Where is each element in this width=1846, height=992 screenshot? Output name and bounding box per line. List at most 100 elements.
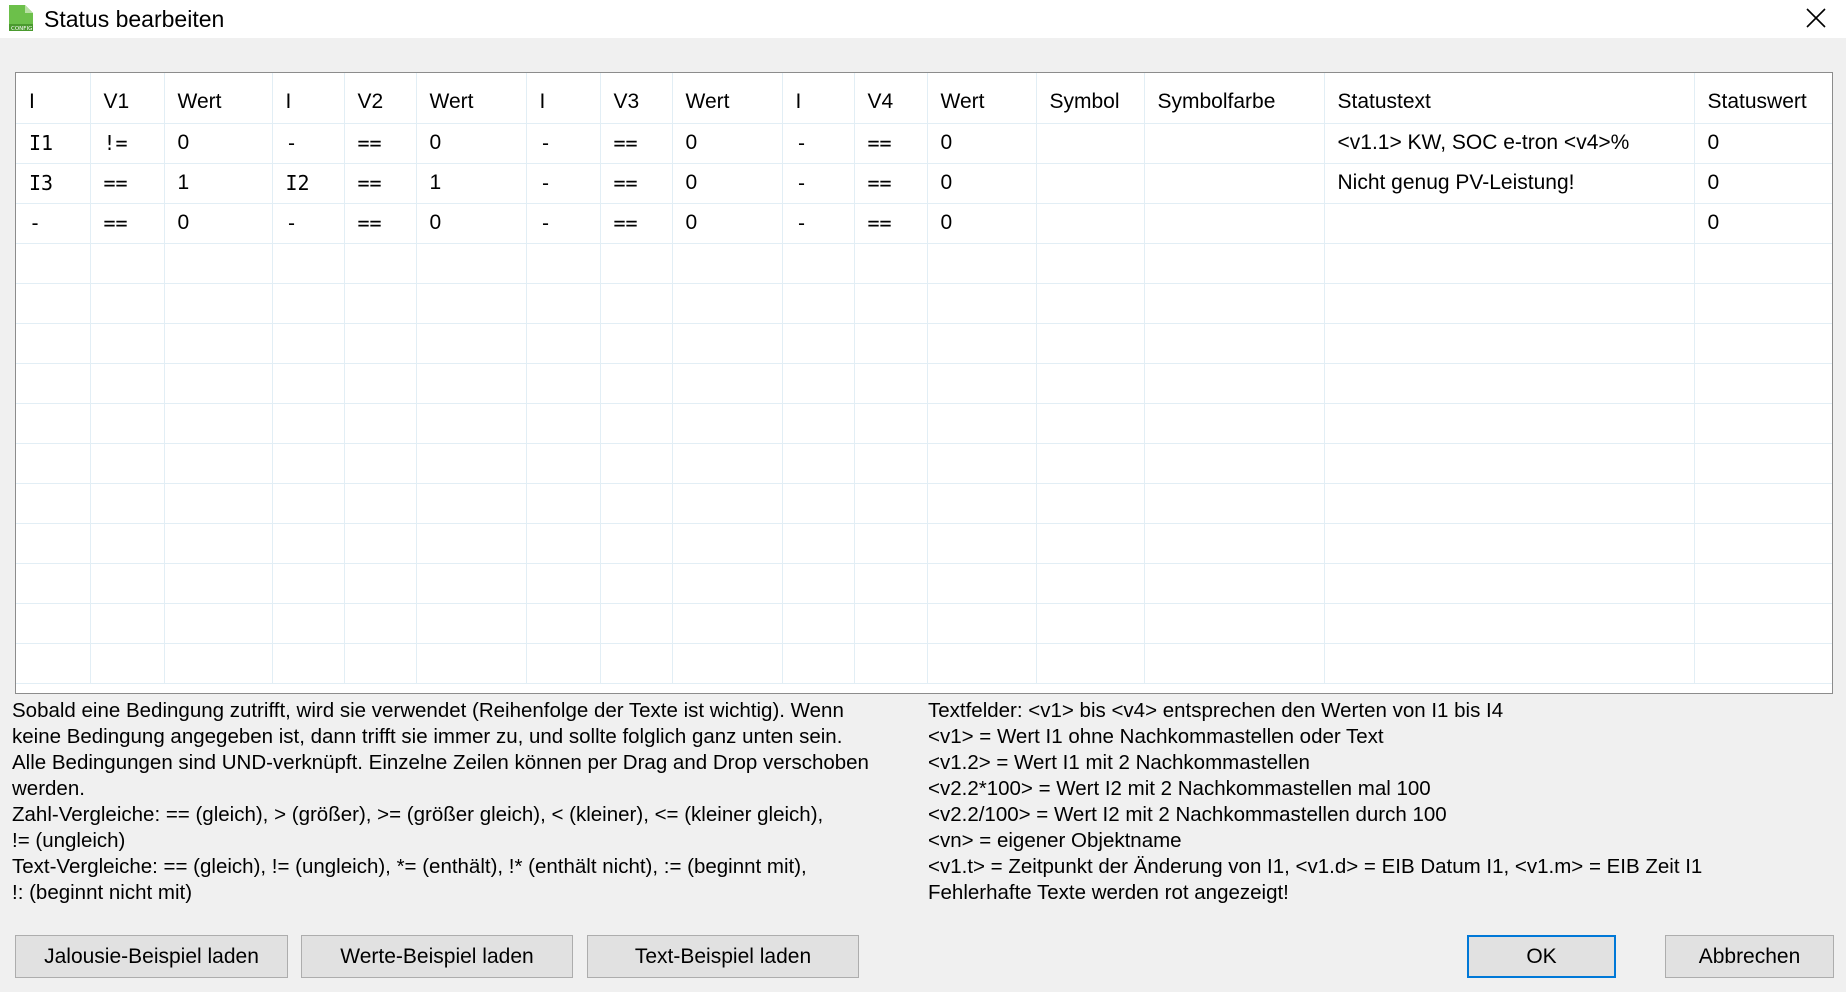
table-cell[interactable] [854,563,928,604]
table-cell[interactable] [600,283,673,324]
table-cell[interactable]: I2 [272,163,345,204]
table-cell[interactable] [927,403,1037,444]
table-cell[interactable]: == [854,203,928,244]
table-cell[interactable] [16,643,91,684]
table-cell[interactable] [1694,643,1832,684]
table-cell[interactable] [672,323,783,364]
table-cell[interactable] [600,363,673,404]
table-cell[interactable]: == [600,203,673,244]
table-cell[interactable] [1324,283,1695,324]
table-cell[interactable] [344,363,417,404]
table-cell[interactable] [164,603,273,644]
table-cell[interactable] [90,323,165,364]
table-cell[interactable] [782,323,855,364]
table-row[interactable]: I1 != 0- == 0- == 0- == 0 <v1.1> KW, SOC e-tron <… [16,123,1832,164]
table-cell[interactable] [416,403,527,444]
table-cell[interactable] [272,243,345,284]
table-cell[interactable] [1694,363,1832,404]
table-cell[interactable] [16,483,91,524]
load-jalousie-example-button[interactable]: Jalousie-Beispiel laden [15,935,288,978]
table-cell[interactable] [1144,483,1325,524]
table-cell[interactable]: 0 [672,203,783,244]
table-cell[interactable] [344,443,417,484]
table-cell[interactable]: 0 [1694,203,1832,244]
table-cell[interactable] [90,483,165,524]
table-cell[interactable]: 0 [416,203,527,244]
table-cell[interactable] [526,643,601,684]
table-cell[interactable] [272,603,345,644]
column-header[interactable]: I [526,73,601,124]
table-cell[interactable] [927,483,1037,524]
table-cell[interactable] [1144,243,1325,284]
table-cell[interactable] [164,643,273,684]
table-cell[interactable] [164,403,273,444]
table-cell[interactable] [1036,363,1145,404]
table-cell[interactable] [1144,163,1325,204]
table-cell[interactable] [1324,363,1695,404]
table-cell[interactable]: 0 [927,163,1037,204]
empty-row[interactable] [16,443,1832,484]
table-cell[interactable] [782,603,855,644]
table-cell[interactable] [416,283,527,324]
table-cell[interactable] [416,603,527,644]
table-cell[interactable] [600,523,673,564]
table-cell[interactable] [344,283,417,324]
table-cell[interactable] [90,523,165,564]
table-cell[interactable] [600,563,673,604]
table-cell[interactable] [16,243,91,284]
table-cell[interactable]: - [782,203,855,244]
table-cell[interactable] [1324,603,1695,644]
table-cell[interactable]: 0 [164,203,273,244]
table-cell[interactable] [1036,163,1145,204]
table-cell[interactable] [1324,483,1695,524]
column-header[interactable]: Statuswert [1694,73,1832,124]
table-cell[interactable]: != [90,123,165,164]
table-cell[interactable] [90,403,165,444]
column-header[interactable]: Wert [927,73,1037,124]
table-cell[interactable]: == [854,123,928,164]
table-cell[interactable] [16,403,91,444]
empty-row[interactable] [16,483,1832,524]
table-cell[interactable] [272,483,345,524]
table-cell[interactable] [854,603,928,644]
table-cell[interactable] [1144,323,1325,364]
table-cell[interactable] [90,563,165,604]
empty-row[interactable] [16,403,1832,444]
table-cell[interactable] [90,443,165,484]
table-cell[interactable] [164,363,273,404]
table-cell[interactable] [526,603,601,644]
table-cell[interactable] [1694,563,1832,604]
table-cell[interactable] [164,443,273,484]
table-cell[interactable] [526,523,601,564]
table-cell[interactable] [1144,283,1325,324]
table-cell[interactable] [90,643,165,684]
table-cell[interactable]: - [526,123,601,164]
table-cell[interactable] [272,643,345,684]
table-cell[interactable] [416,563,527,604]
table-cell[interactable] [526,403,601,444]
table-cell[interactable] [272,363,345,404]
table-cell[interactable] [1324,563,1695,604]
table-cell[interactable] [1324,643,1695,684]
empty-row[interactable] [16,363,1832,404]
table-cell[interactable] [854,403,928,444]
table-cell[interactable] [1324,203,1695,244]
table-cell[interactable] [1036,483,1145,524]
table-cell[interactable] [1144,363,1325,404]
table-cell[interactable] [416,323,527,364]
table-cell[interactable] [782,563,855,604]
table-cell[interactable] [1694,403,1832,444]
table-cell[interactable] [416,443,527,484]
table-cell[interactable] [164,483,273,524]
table-cell[interactable] [1036,283,1145,324]
table-cell[interactable] [16,323,91,364]
table-cell[interactable]: Nicht genug PV-Leistung! [1324,163,1695,204]
table-cell[interactable] [600,483,673,524]
table-cell[interactable] [90,603,165,644]
table-cell[interactable] [672,563,783,604]
table-cell[interactable] [854,363,928,404]
table-cell[interactable] [1036,603,1145,644]
table-cell[interactable] [164,243,273,284]
table-cell[interactable] [1324,243,1695,284]
table-cell[interactable]: 1 [416,163,527,204]
